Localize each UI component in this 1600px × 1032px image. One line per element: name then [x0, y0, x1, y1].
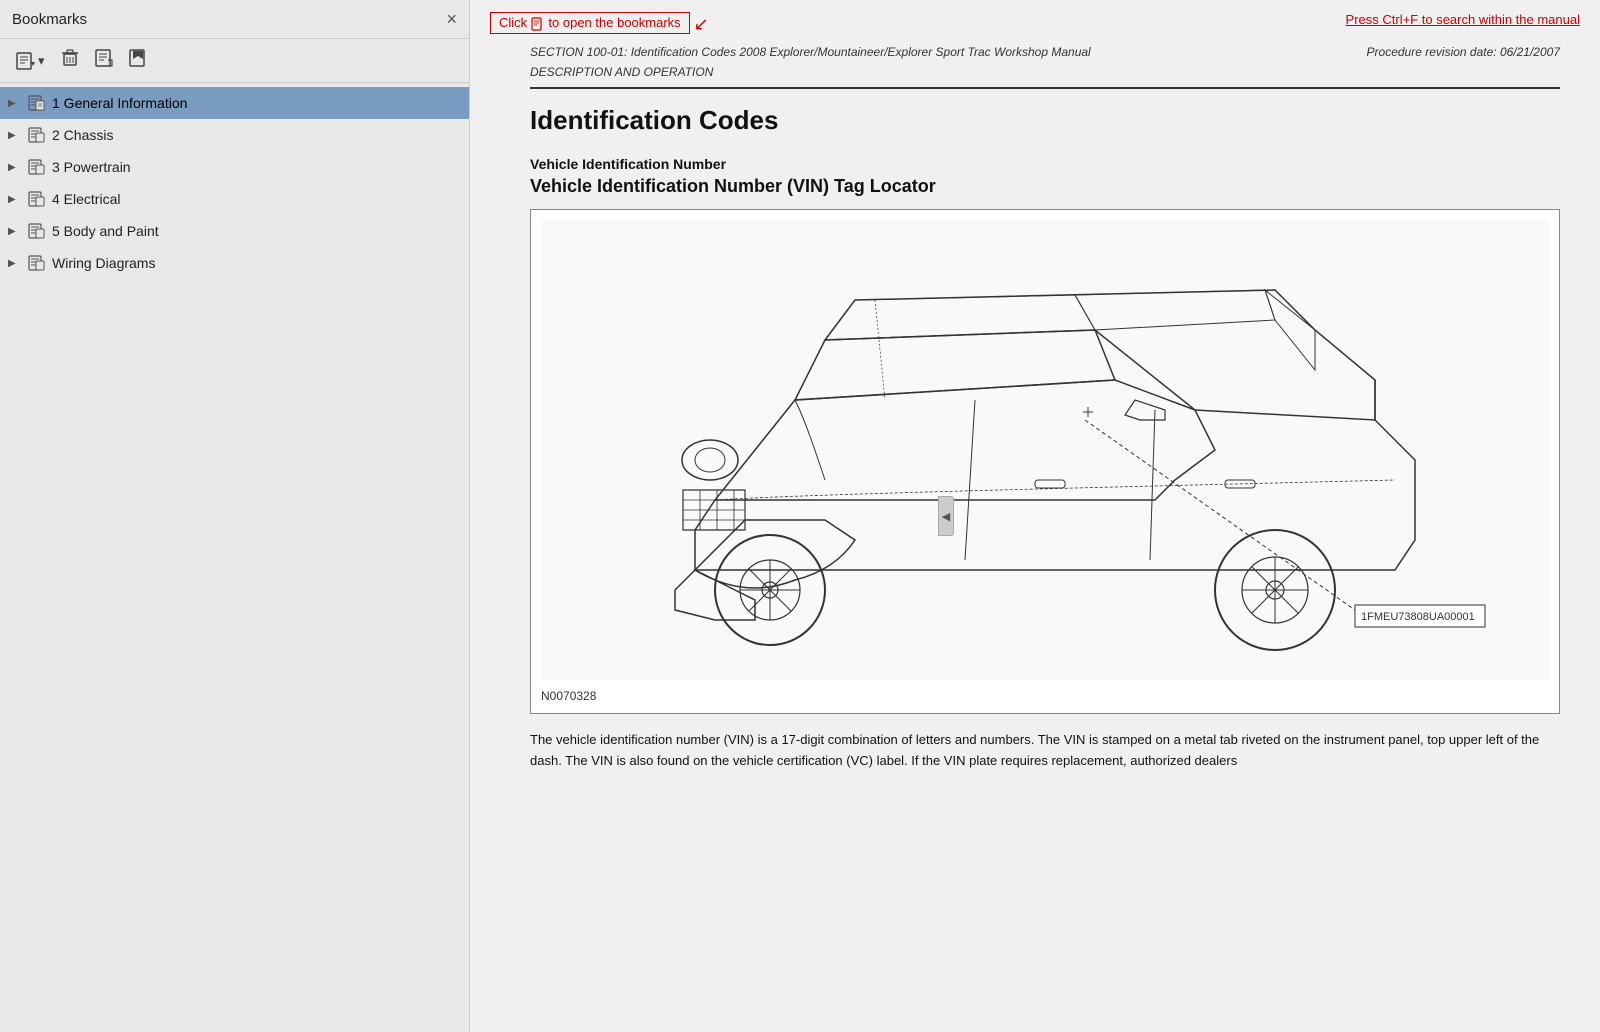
bookmark-page-button[interactable] — [123, 45, 153, 76]
chevron-icon: ▶ — [8, 98, 22, 109]
bookmark-list: ▶ 1 General Information ▶ — [0, 83, 469, 1032]
search-hint: Press Ctrl+F to search within the manual — [1346, 12, 1580, 27]
document-content: SECTION 100-01: Identification Codes 200… — [470, 43, 1600, 1032]
meta-line1: SECTION 100-01: Identification Codes 200… — [530, 43, 1560, 61]
chevron-icon: ▶ — [8, 162, 22, 173]
bookmark-toolbar: ▾ — [0, 39, 469, 83]
sidebar-item-label: 4 Electrical — [52, 191, 120, 207]
chevron-icon: ▶ — [8, 258, 22, 269]
new-bookmark-icon — [16, 52, 36, 70]
sidebar-item-general-information[interactable]: ▶ 1 General Information — [0, 87, 469, 119]
section-icon — [26, 190, 48, 208]
section-icon — [26, 126, 48, 144]
car-diagram-svg: 1FMEU73808UA00001 — [541, 220, 1549, 680]
hint-arrow-icon: ↙ — [694, 14, 709, 35]
hints-bar: Click to open the bookmarks ↙ Press Ctrl… — [470, 0, 1600, 43]
close-button[interactable]: × — [446, 10, 457, 28]
subsection-2-label: Vehicle Identification Number (VIN) Tag … — [530, 176, 1560, 197]
chevron-icon: ▶ — [8, 226, 22, 237]
diagram-caption: N0070328 — [541, 689, 1549, 703]
sidebar-item-body-paint[interactable]: ▶ 5 Body and Paint — [0, 215, 469, 247]
section-icon — [26, 94, 48, 112]
open-bookmarks-hint: Click to open the bookmarks — [490, 12, 690, 34]
subsection-1-label: Vehicle Identification Number — [530, 156, 1560, 172]
section-icon — [26, 254, 48, 272]
vin-diagram-box: 1FMEU73808UA00001 N0070328 — [530, 209, 1560, 714]
sidebar-item-label: 2 Chassis — [52, 127, 113, 143]
sidebar-title: Bookmarks — [12, 11, 87, 28]
chevron-icon: ▶ — [8, 194, 22, 205]
bookmark-page-icon — [129, 49, 147, 67]
tag-button[interactable] — [89, 45, 119, 76]
sidebar-item-wiring-diagrams[interactable]: ▶ Wiring Diagrams — [0, 247, 469, 279]
section-icon — [26, 222, 48, 240]
svg-text:1FMEU73808UA00001: 1FMEU73808UA00001 — [1361, 611, 1475, 623]
hint-click-text: Click — [499, 15, 531, 30]
main-content: Click to open the bookmarks ↙ Press Ctrl… — [470, 0, 1600, 1032]
hint-open-text: to open the bookmarks — [548, 15, 680, 30]
section-meta-block: SECTION 100-01: Identification Codes 200… — [530, 43, 1560, 81]
sidebar-item-label: 1 General Information — [52, 95, 187, 111]
delete-icon — [61, 49, 79, 67]
tag-icon — [95, 49, 113, 67]
collapse-sidebar-handle[interactable]: ◀ — [938, 496, 954, 536]
sidebar-item-powertrain[interactable]: ▶ 3 Powertrain — [0, 151, 469, 183]
hint-left: Click to open the bookmarks ↙ — [490, 12, 709, 35]
sidebar-item-label: 3 Powertrain — [52, 159, 131, 175]
chevron-icon: ▶ — [8, 130, 22, 141]
meta-date: Procedure revision date: 06/21/2007 — [1367, 43, 1560, 61]
bookmarks-panel-icon — [531, 17, 545, 31]
dropdown-arrow: ▾ — [38, 53, 45, 69]
section-icon — [26, 158, 48, 176]
section-divider — [530, 87, 1560, 89]
sidebar-item-chassis[interactable]: ▶ 2 Chassis — [0, 119, 469, 151]
sidebar-item-label: Wiring Diagrams — [52, 255, 155, 271]
meta-line2: DESCRIPTION AND OPERATION — [530, 63, 1560, 81]
sidebar-item-label: 5 Body and Paint — [52, 223, 159, 239]
new-bookmark-dropdown[interactable]: ▾ — [10, 48, 51, 74]
delete-bookmark-button[interactable] — [55, 45, 85, 76]
body-text-vin-description: The vehicle identification number (VIN) … — [530, 730, 1560, 772]
sidebar-header: Bookmarks × — [0, 0, 469, 39]
sidebar-item-electrical[interactable]: ▶ 4 Electrical — [0, 183, 469, 215]
sidebar: Bookmarks × ▾ — [0, 0, 470, 1032]
page-title: Identification Codes — [530, 105, 1560, 136]
